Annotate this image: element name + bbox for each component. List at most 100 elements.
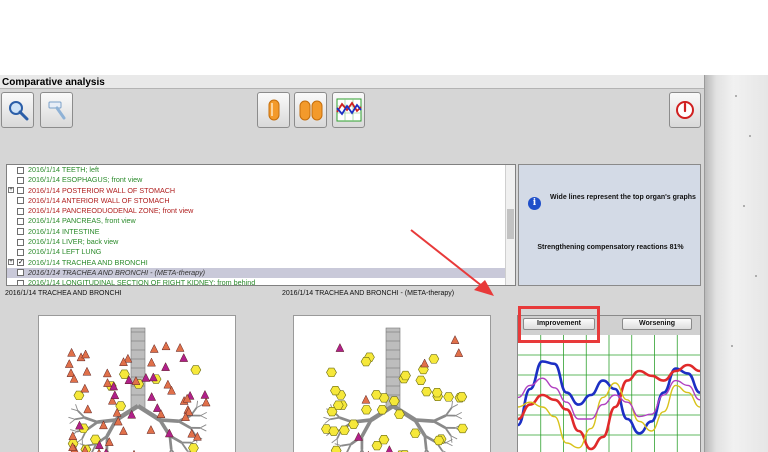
bronchus-branch	[68, 416, 76, 420]
organ-list-item[interactable]: 2016/1/14 TRACHEA AND BRONCHI - (META-th…	[7, 267, 515, 279]
bronchus-branch	[444, 427, 452, 437]
organ-item-label: 2016/1/14 LIVER; back view	[28, 237, 119, 247]
double-cylinder-icon	[299, 100, 322, 121]
hexagon-marker	[388, 396, 400, 406]
triangle-marker	[80, 383, 90, 393]
bronchus-branch	[446, 442, 453, 447]
organ-checkbox[interactable]	[17, 166, 24, 174]
hexagon-marker	[190, 365, 202, 375]
toolbar	[0, 89, 704, 135]
triangle-marker	[146, 424, 156, 434]
organ-list-items: 2016/1/14 TEETH; left 2016/1/14 ESOPHAGUS…	[7, 165, 515, 285]
organ-item-label: 2016/1/14 TEETH; left	[28, 165, 99, 174]
hammer-icon	[48, 101, 65, 120]
organ-list-item[interactable]: 2016/1/14 LONGITUDINAL SECTION OF RIGHT …	[7, 278, 515, 285]
organ-checkbox[interactable]	[17, 197, 24, 205]
organ-checkbox[interactable]: ✓	[17, 259, 24, 267]
organ-checkbox[interactable]	[17, 248, 24, 256]
hexagon-marker	[415, 375, 427, 385]
bronchus-branch	[450, 435, 458, 440]
hammer-button[interactable]	[40, 92, 73, 128]
bronchus-branch	[423, 435, 428, 450]
speck	[735, 95, 737, 97]
organ-list-item[interactable]: 2016/1/14 LEFT LUNG	[7, 247, 515, 257]
hexagon-marker	[456, 392, 468, 402]
organ-list[interactable]: 2016/1/14 TEETH; left 2016/1/14 ESOPHAGUS…	[6, 164, 516, 286]
organ-list-item[interactable]: 2016/1/14 PANCREODUODENAL ZONE; front vi…	[7, 206, 515, 216]
bronchus-branch	[455, 415, 463, 420]
bronchus-branch	[334, 443, 342, 447]
organ-checkbox[interactable]	[17, 217, 24, 225]
hexagon-marker	[433, 435, 445, 446]
hexagon-marker	[421, 387, 432, 397]
bronchus-branch	[330, 416, 340, 421]
compare-organs-button[interactable]	[294, 92, 327, 128]
scrollbar-thumb[interactable]	[507, 209, 514, 239]
expand-icon[interactable]: +	[8, 259, 14, 266]
chart-lines-icon	[335, 98, 362, 122]
hexagon-marker	[348, 419, 359, 429]
organ-list-item[interactable]: 2016/1/14 INTESTINE	[7, 227, 515, 237]
worsening-button[interactable]: Worsening	[622, 318, 692, 330]
bronchus-branch	[432, 419, 447, 429]
triangle-marker	[420, 358, 430, 368]
graph-area	[518, 335, 700, 452]
list-scrollbar[interactable]	[505, 165, 515, 285]
triangle-marker	[161, 362, 170, 371]
organ-list-item[interactable]: + ✓ 2016/1/14 TRACHEA AND BRONCHI	[7, 258, 515, 268]
organ-item-label: 2016/1/14 LEFT LUNG	[28, 247, 102, 257]
triangle-marker	[64, 358, 74, 368]
triangle-marker	[361, 394, 371, 404]
expand-icon[interactable]: +	[8, 187, 14, 194]
bronchus-branch	[199, 424, 207, 429]
bronchus-branch	[324, 418, 331, 424]
organ-item-label: 2016/1/14 ANTERIOR WALL OF STOMACH	[28, 195, 170, 205]
bronchus-branch	[331, 438, 338, 444]
bronchus-branch	[200, 415, 208, 420]
info-note: Wide lines represent the top organ's gra…	[550, 194, 696, 201]
organ-list-item[interactable]: 2016/1/14 LIVER; back view	[7, 237, 515, 247]
bronchus-branch	[168, 435, 173, 450]
comparative-analysis-window: Comparative analysis 2016/1/14 TEETH; le…	[0, 75, 705, 452]
search-button[interactable]	[1, 92, 34, 128]
graph-button[interactable]	[332, 92, 365, 128]
organ-checkbox[interactable]	[17, 187, 24, 195]
single-organ-button[interactable]	[257, 92, 290, 128]
power-button[interactable]	[669, 92, 701, 128]
power-icon	[676, 101, 694, 119]
triangle-marker	[67, 347, 76, 357]
organ-item-label: 2016/1/14 INTESTINE	[28, 226, 100, 236]
organ-checkbox[interactable]	[17, 228, 24, 236]
comparison-graph	[518, 335, 700, 452]
hexagon-marker	[394, 409, 405, 419]
orange-cylinder-icon	[268, 99, 279, 121]
triangle-marker	[147, 391, 157, 401]
hexagon-marker	[400, 370, 411, 381]
triangle-marker	[385, 445, 393, 452]
organ-item-label: 2016/1/14 TRACHEA AND BRONCHI	[28, 257, 148, 267]
bronchus-branch	[69, 418, 76, 424]
bronchus-branch	[75, 416, 85, 421]
organ-list-item[interactable]: 2016/1/14 ANTERIOR WALL OF STOMACH	[7, 196, 515, 206]
organ-checkbox[interactable]	[17, 269, 24, 277]
speck	[743, 205, 745, 207]
organ-view-left	[38, 315, 236, 452]
hexagon-marker	[188, 443, 199, 452]
organ-view-right	[293, 315, 491, 452]
triangle-marker	[163, 379, 173, 389]
hexagon-marker	[409, 428, 421, 438]
organ-checkbox[interactable]	[17, 176, 24, 184]
organ-list-item[interactable]: 2016/1/14 ESOPHAGUS; front view	[7, 175, 515, 185]
info-icon: i	[528, 197, 541, 210]
organ-list-item[interactable]: +2016/1/14 POSTERIOR WALL OF STOMACH	[7, 186, 515, 196]
organ-checkbox[interactable]	[17, 238, 24, 246]
hexagon-marker	[326, 367, 337, 378]
triangle-marker	[152, 403, 162, 412]
speck	[755, 275, 757, 277]
organ-list-item[interactable]: 2016/1/14 TEETH; left	[7, 165, 515, 175]
organ-checkbox[interactable]	[17, 279, 24, 285]
organ-list-item[interactable]: 2016/1/14 PANCREAS, front view	[7, 216, 515, 226]
organ-checkbox[interactable]	[17, 207, 24, 215]
improvement-button[interactable]: Improvement	[523, 318, 595, 330]
triangle-marker	[454, 348, 464, 357]
